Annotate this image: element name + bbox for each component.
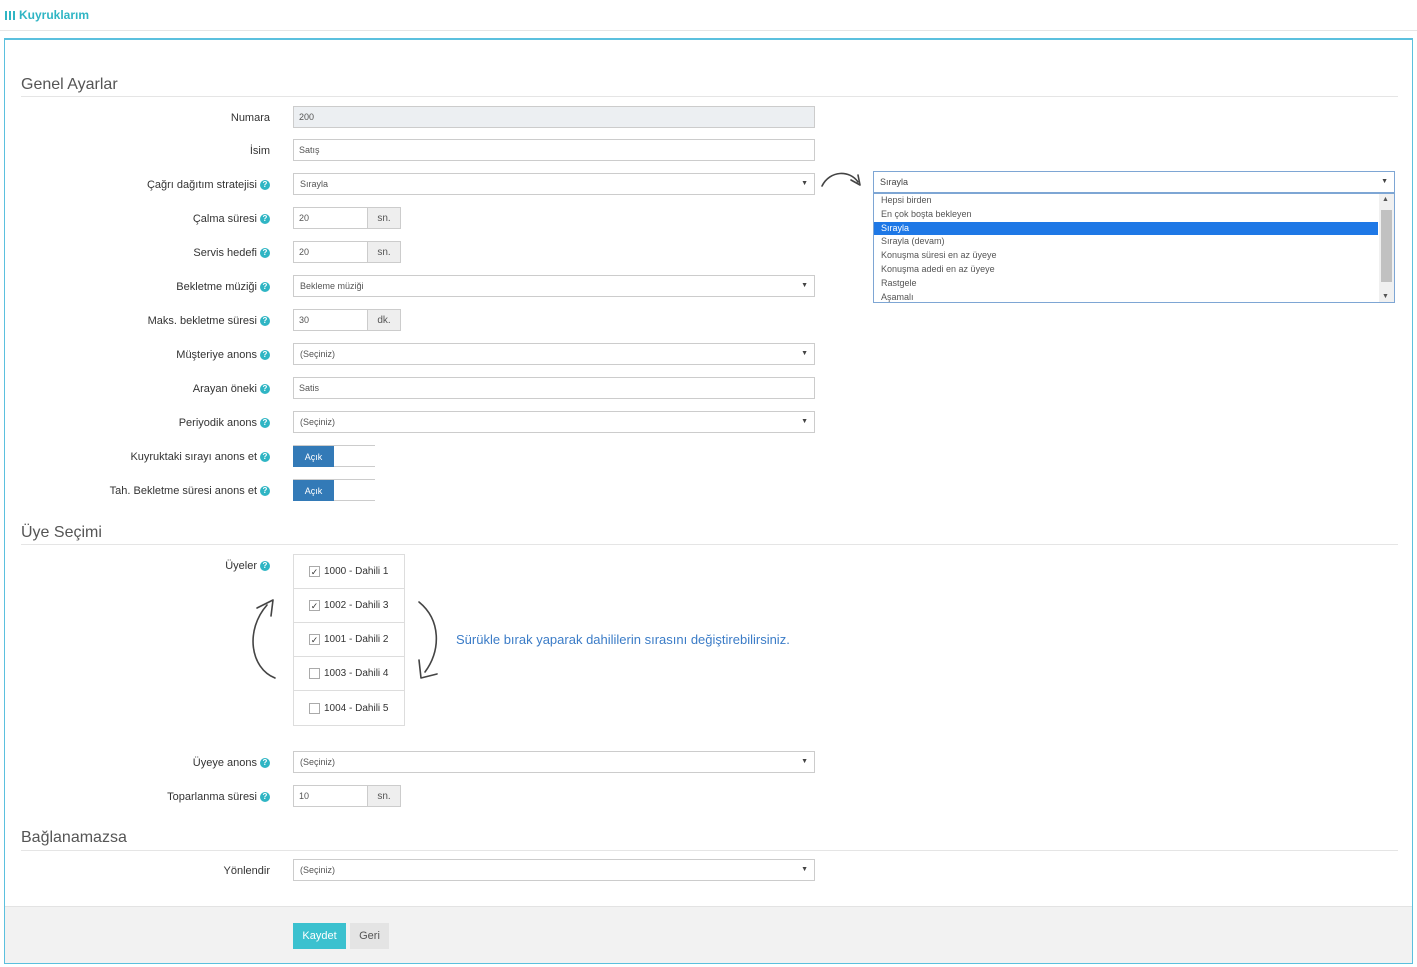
annotation-arrows: [252, 172, 861, 679]
page-title: Kuyruklarım: [5, 8, 89, 22]
curved-arrow-icon: [821, 172, 859, 187]
down-arrow-icon: [418, 601, 438, 673]
top-bar: Kuyruklarım: [0, 0, 1417, 31]
bars-icon: [5, 10, 15, 20]
queue-form-panel: Genel Ayarlar Numara 200 İsim Satış Çağr…: [4, 38, 1413, 964]
